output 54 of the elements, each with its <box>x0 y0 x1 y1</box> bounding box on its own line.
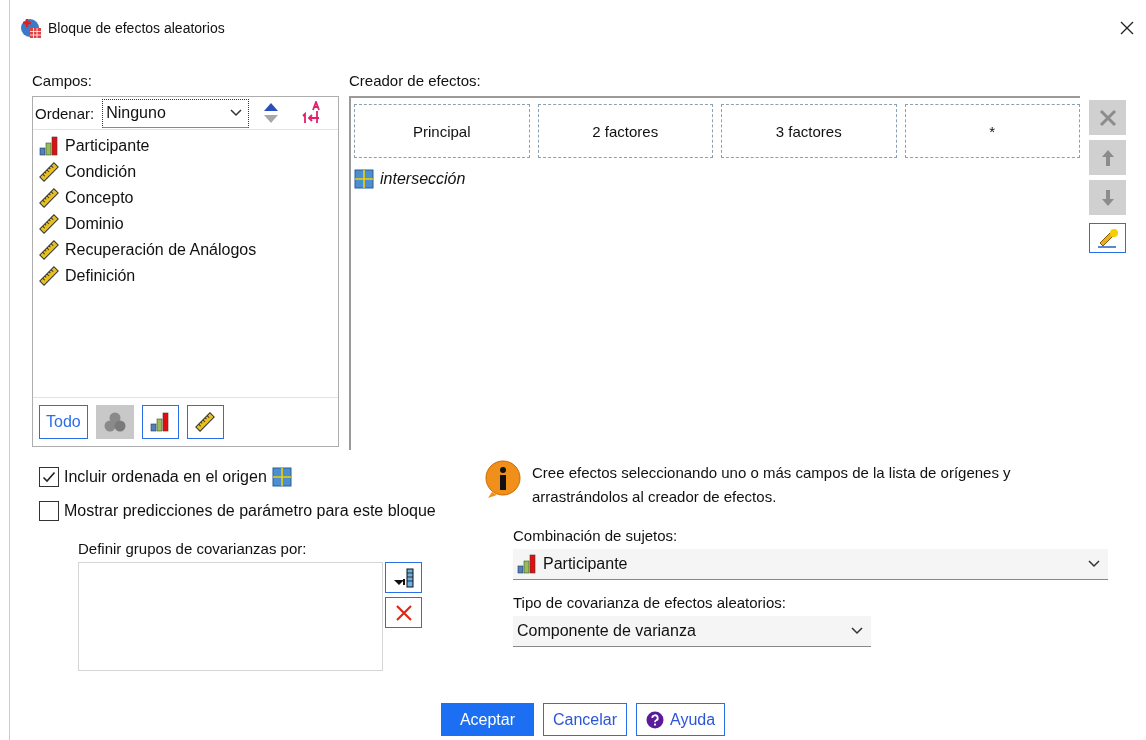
window-title: Bloque de efectos aleatorios <box>48 20 226 36</box>
dialog-button[interactable]: Cancelar <box>543 703 628 736</box>
covariance-type-dropdown[interactable]: Componente de varianza <box>513 616 871 647</box>
checkbox[interactable] <box>39 501 59 521</box>
filter-icon-button[interactable] <box>186 405 224 439</box>
app-icon <box>20 17 42 39</box>
filter-button[interactable]: Todo <box>39 405 88 439</box>
chevron-icon <box>230 109 243 117</box>
field-list-item[interactable]: Definición <box>65 267 136 285</box>
field-list-item[interactable]: Condición <box>65 163 137 181</box>
drop-zone[interactable]: 2 factores <box>537 104 713 158</box>
pencil-icon <box>1095 228 1120 248</box>
checkbox-label: Mostrar predicciones de parámetro para este bloque <box>64 502 436 520</box>
checkbox-label: Incluir ordenada en el origen <box>64 468 267 486</box>
bar-chart-icon <box>39 136 59 156</box>
section-label: Definir grupos de covarianzas por: <box>78 540 308 558</box>
close-icon <box>1120 21 1134 35</box>
grid-icon <box>271 467 292 487</box>
effect-item[interactable]: intersección <box>380 170 466 188</box>
help-icon <box>646 710 665 729</box>
move-button[interactable] <box>385 562 422 593</box>
checkmark-icon <box>41 469 57 485</box>
sort-order-icon[interactable] <box>263 102 280 124</box>
tool-button[interactable] <box>1089 223 1126 253</box>
dialog-button[interactable]: Aceptar <box>440 703 534 736</box>
section-label: Creador de efectos: <box>349 72 482 90</box>
field-label: Tipo de covarianza de efectos aleatorios: <box>513 594 787 612</box>
section-label: Campos: <box>32 72 94 90</box>
grid-icon <box>354 169 374 189</box>
field-list-item[interactable]: Participante <box>65 137 150 155</box>
subject-dropdown[interactable]: Participante <box>513 549 1108 580</box>
info-icon <box>484 460 524 500</box>
field-list-item[interactable]: Dominio <box>65 215 124 233</box>
drop-zone[interactable]: Principal <box>354 104 530 158</box>
filter-icon-button[interactable] <box>141 405 179 439</box>
chevron-icon <box>851 627 863 635</box>
field-list-item[interactable]: Recuperación de Análogos <box>65 241 257 259</box>
info-text: Cree efectos seleccionando uno o más campos de la lista de orígenes y arrastrándolos al creador de efectos. <box>532 463 1012 507</box>
up-arrow-icon <box>1099 148 1116 167</box>
field-label: Combinación de sujetos: <box>513 527 679 545</box>
bar-chart-icon <box>517 554 537 574</box>
drop-zone[interactable]: * <box>904 104 1080 158</box>
sort-dropdown[interactable]: Ninguno <box>102 98 250 128</box>
bar-chart-icon <box>150 412 171 432</box>
delete-icon <box>393 602 414 623</box>
down-arrow-icon <box>1099 188 1116 207</box>
chevron-icon <box>1088 560 1100 568</box>
circles-icon <box>102 411 127 433</box>
help-button[interactable]: Ayuda <box>636 703 726 736</box>
sort-label: Ordenar: <box>35 104 95 122</box>
checkbox[interactable] <box>39 467 59 487</box>
remove-button[interactable] <box>385 597 422 628</box>
field-list-item[interactable]: Concepto <box>65 189 134 207</box>
drop-zone[interactable]: 3 factores <box>721 104 897 158</box>
